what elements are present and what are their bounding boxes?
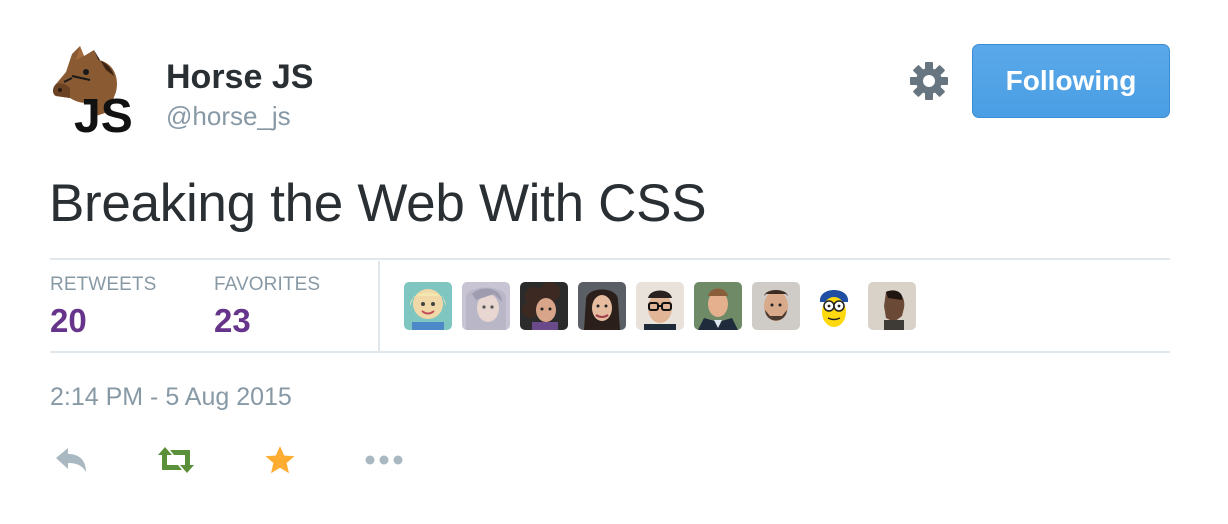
author-name[interactable]: Horse JS <box>166 56 313 98</box>
user-avatar-bearded-man[interactable] <box>752 282 800 330</box>
stats-bottom-divider <box>50 351 1170 353</box>
user-avatar-man-in-suit[interactable] <box>694 282 742 330</box>
tweet-text: Breaking the Web With CSS <box>49 174 707 233</box>
reply-icon[interactable] <box>54 442 88 478</box>
user-avatar-gray-haired-woman[interactable] <box>462 282 510 330</box>
author-handle[interactable]: @horse_js <box>166 99 291 133</box>
user-avatar-dark-haired-woman[interactable] <box>578 282 626 330</box>
retweets-label[interactable]: RETWEETS <box>50 274 156 296</box>
gear-icon[interactable] <box>908 60 950 102</box>
favoriters-list <box>404 282 916 330</box>
tweet-timestamp[interactable]: 2:14 PM - 5 Aug 2015 <box>50 382 292 412</box>
user-avatar-curly-haired-woman[interactable] <box>520 282 568 330</box>
stats-top-divider <box>50 258 1170 260</box>
following-button[interactable]: Following <box>972 44 1170 118</box>
user-avatar-man-profile[interactable] <box>868 282 916 330</box>
favorites-label[interactable]: FAVORITES <box>214 274 320 296</box>
retweet-icon[interactable] <box>156 442 196 478</box>
stats-vertical-divider <box>378 261 380 352</box>
author-avatar[interactable]: JS <box>50 42 146 143</box>
user-avatar-man-with-glasses[interactable] <box>636 282 684 330</box>
avatar-js-text: JS <box>74 90 133 138</box>
more-dots-icon[interactable] <box>364 442 404 478</box>
horse-head-js-logo-icon: JS <box>53 46 133 143</box>
user-avatar-blonde-woman[interactable] <box>404 282 452 330</box>
user-avatar-cartoon-character[interactable] <box>810 282 858 330</box>
favorites-count[interactable]: 23 <box>214 302 251 340</box>
star-icon[interactable] <box>264 442 296 478</box>
retweets-count[interactable]: 20 <box>50 302 87 340</box>
